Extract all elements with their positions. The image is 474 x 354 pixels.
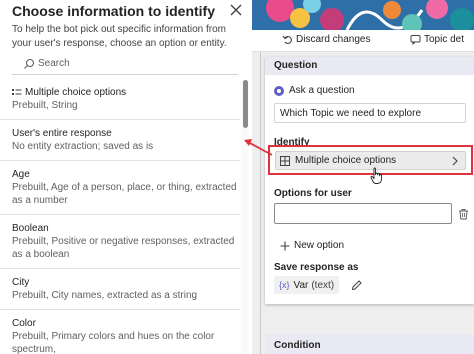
- list-item-boolean[interactable]: Boolean Prebuilt, Positive or negative r…: [12, 222, 240, 261]
- ask-question-label: Ask a question: [289, 85, 355, 96]
- hand-cursor-icon: [370, 167, 382, 184]
- close-icon[interactable]: [228, 2, 244, 18]
- pencil-icon[interactable]: [351, 280, 362, 291]
- ask-question-row: Ask a question: [274, 85, 355, 96]
- variable-chip[interactable]: {x} Var (text): [274, 276, 340, 294]
- choose-information-panel: Choose information to identify To help t…: [0, 0, 252, 354]
- search-input[interactable]: Search: [12, 55, 238, 75]
- search-placeholder: Search: [38, 58, 70, 69]
- trash-icon[interactable]: [458, 208, 469, 220]
- panel-description: To help the bot pick out specific inform…: [12, 24, 227, 49]
- variable-type: (text): [311, 279, 335, 291]
- divider: [0, 214, 240, 215]
- grid-icon: [280, 155, 290, 166]
- divider: [0, 160, 240, 161]
- list-item-title: Color: [12, 318, 36, 329]
- list-item-title: City: [12, 277, 30, 288]
- list-item-title: User's entire response: [12, 128, 112, 139]
- identify-select-value: Multiple choice options: [295, 155, 397, 166]
- connector-line: [260, 52, 261, 354]
- search-icon: [24, 58, 35, 69]
- divider: [0, 119, 240, 120]
- discard-changes-button[interactable]: Discard changes: [282, 34, 370, 45]
- list-item-subtitle: No entity extraction; saved as is: [12, 141, 154, 152]
- chat-icon: [410, 35, 421, 45]
- topic-toolbar: Discard changes Topic det: [252, 30, 474, 52]
- question-text-input[interactable]: Which Topic we need to explore: [274, 103, 466, 123]
- topic-details-label: Topic det: [424, 34, 465, 45]
- undo-icon: [282, 35, 292, 45]
- list-item-title: Multiple choice options: [25, 87, 127, 98]
- topic-details-button[interactable]: Topic det: [410, 34, 464, 45]
- list-item-subtitle: Prebuilt, Positive or negative responses…: [12, 236, 235, 260]
- annotation-arrow: [244, 139, 273, 156]
- list-item-subtitle: Prebuilt, String: [12, 100, 78, 111]
- list-item-color[interactable]: Color Prebuilt, Primary colors and hues …: [12, 317, 240, 354]
- divider: [0, 309, 240, 310]
- list-item-entire-response[interactable]: User's entire response No entity extract…: [12, 127, 240, 153]
- variable-icon: {x}: [279, 280, 290, 290]
- list-item-city[interactable]: City Prebuilt, City names, extracted as …: [12, 276, 240, 302]
- list-icon: [12, 88, 22, 95]
- save-response-label: Save response as: [274, 262, 359, 273]
- list-item-subtitle: Prebuilt, Age of a person, place, or thi…: [12, 182, 237, 206]
- question-icon: [274, 85, 284, 96]
- question-node-header[interactable]: Question: [265, 57, 474, 75]
- variable-name: Var: [293, 279, 309, 291]
- list-item-age[interactable]: Age Prebuilt, Age of a person, place, or…: [12, 168, 240, 207]
- options-for-user-label: Options for user: [274, 188, 352, 199]
- list-item-multiple-choice[interactable]: Multiple choice options Prebuilt, String: [12, 86, 240, 112]
- condition-node[interactable]: Condition: [265, 334, 474, 354]
- list-item-subtitle: Prebuilt, City names, extracted as a str…: [12, 290, 198, 301]
- list-item-title: Age: [12, 169, 30, 180]
- scrollbar-thumb[interactable]: [243, 80, 248, 128]
- chevron-right-icon: [452, 156, 458, 166]
- discard-changes-label: Discard changes: [296, 34, 371, 45]
- option-input[interactable]: [274, 203, 452, 224]
- entity-list: Multiple choice options Prebuilt, String…: [0, 82, 240, 354]
- list-item-title: Boolean: [12, 223, 49, 234]
- new-option-button[interactable]: New option: [280, 240, 344, 251]
- new-option-label: New option: [294, 240, 345, 251]
- condition-node-title: Condition: [274, 340, 321, 351]
- topic-editor: Discard changes Topic det Question Ask a…: [252, 0, 474, 354]
- panel-title: Choose information to identify: [12, 3, 215, 19]
- plus-icon: [280, 241, 290, 250]
- list-item-subtitle: Prebuilt, Primary colors and hues on the…: [12, 331, 215, 354]
- question-node-title: Question: [274, 60, 318, 71]
- divider: [0, 268, 240, 269]
- decorative-banner: [252, 0, 474, 30]
